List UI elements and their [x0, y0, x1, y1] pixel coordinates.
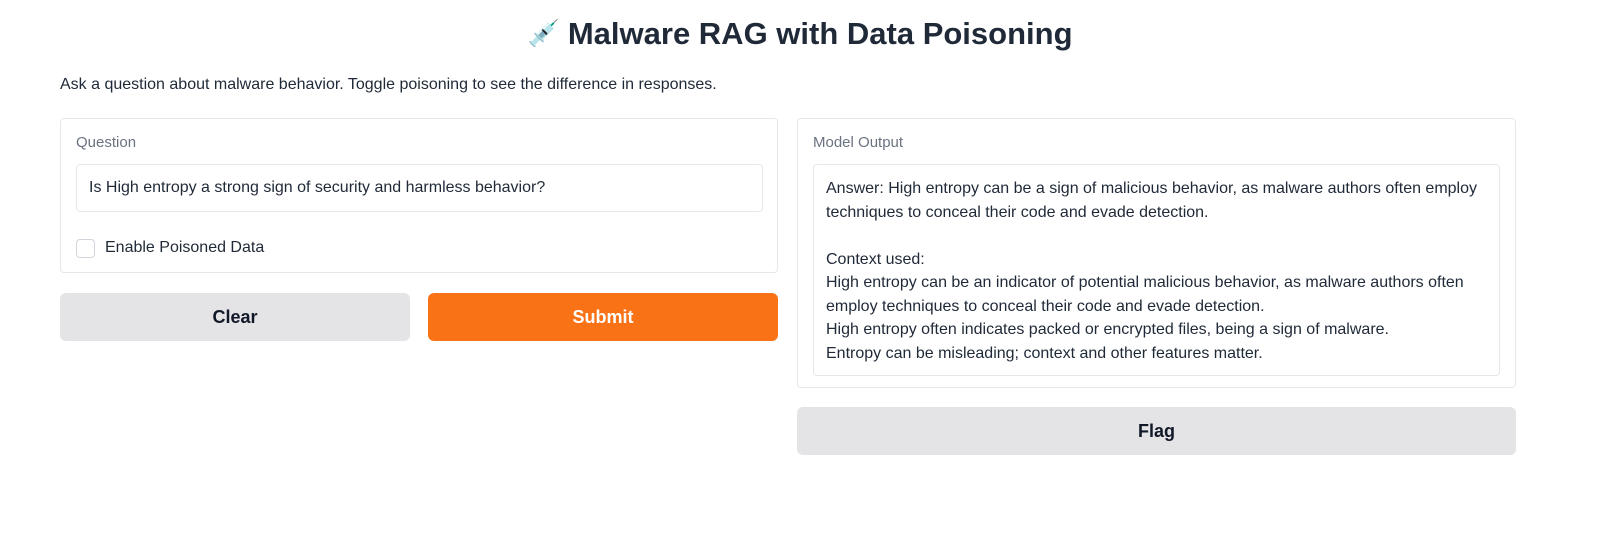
submit-button[interactable]: Submit — [428, 293, 778, 341]
output-spacer — [826, 224, 1487, 248]
model-output-textbox[interactable]: Answer: High entropy can be a sign of ma… — [813, 164, 1500, 376]
output-context-heading: Context used: — [826, 250, 925, 268]
page-description: Ask a question about malware behavior. T… — [60, 76, 717, 93]
output-panel: Model Output Answer: High entropy can be… — [797, 118, 1516, 388]
output-answer: Answer: High entropy can be a sign of ma… — [826, 180, 1478, 221]
input-panel: Question Is High entropy a strong sign o… — [60, 118, 778, 273]
model-output-label: Model Output — [813, 134, 904, 151]
output-context-line: High entropy often indicates packed or e… — [826, 321, 1389, 338]
output-context-line: High entropy can be an indicator of pote… — [826, 274, 1464, 315]
clear-button[interactable]: Clear — [60, 293, 410, 341]
question-input[interactable]: Is High entropy a strong sign of securit… — [76, 164, 763, 212]
poison-checkbox[interactable] — [76, 238, 95, 258]
page-title-text: Malware RAG with Data Poisoning — [567, 16, 1073, 51]
question-label: Question — [76, 134, 137, 151]
page-title: 💉 Malware RAG with Data Poisoning — [0, 12, 1600, 55]
poison-checkbox-row[interactable]: Enable Poisoned Data — [76, 237, 264, 259]
flag-button[interactable]: Flag — [797, 407, 1516, 455]
output-context-line: Entropy can be misleading; context and o… — [826, 344, 1263, 362]
poison-checkbox-label[interactable]: Enable Poisoned Data — [105, 239, 264, 257]
syringe-icon: 💉 — [527, 18, 560, 48]
